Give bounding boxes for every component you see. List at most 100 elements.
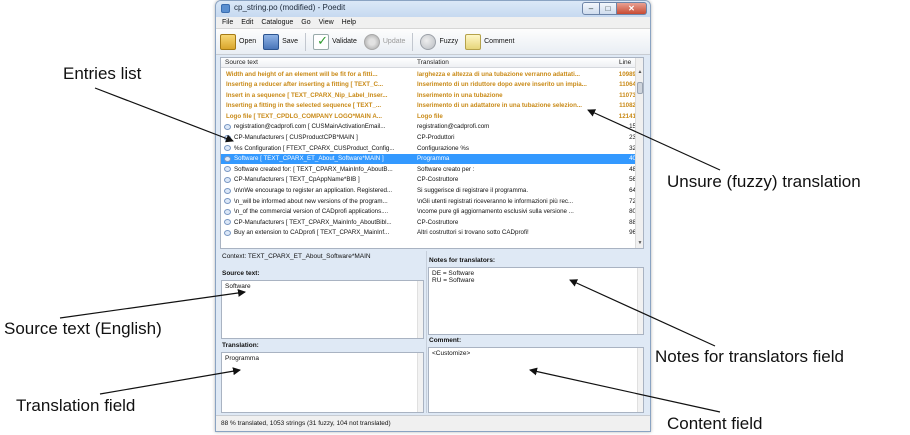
maximize-button[interactable]: □ xyxy=(600,2,617,15)
entry-line: 32 xyxy=(629,144,636,152)
list-item[interactable]: Software created for: [ TEXT_CPARX_MainI… xyxy=(221,164,636,175)
scroll-up-icon[interactable]: ▲ xyxy=(636,68,643,76)
entries-list[interactable]: Source text Translation Line Width and h… xyxy=(220,57,644,249)
list-item[interactable]: Insert in a sequence [ TEXT_CPARX_Nip_La… xyxy=(221,90,636,101)
folder-icon xyxy=(220,33,236,50)
comment-label-text: Comment: xyxy=(429,337,462,344)
entry-translation: registration@cadprofi.com xyxy=(417,123,490,131)
speech-bubble-icon xyxy=(224,176,231,183)
comment-button[interactable]: Comment xyxy=(465,31,514,53)
list-item[interactable]: Inserting a fitting in the selected sequ… xyxy=(221,101,636,112)
header-source[interactable]: Source text xyxy=(225,59,258,66)
entry-translation: Configurazione %s xyxy=(417,144,469,152)
entry-source: Width and height of an element will be f… xyxy=(226,70,378,78)
validate-label: Validate xyxy=(332,38,357,45)
entry-line: 15 xyxy=(629,123,636,131)
notes-line: RU = Software xyxy=(432,277,475,284)
entry-translation: larghezza e altezza di una tubazione ver… xyxy=(417,70,580,78)
header-translation[interactable]: Translation xyxy=(417,59,449,66)
fuzzy-button[interactable]: Fuzzy xyxy=(420,31,458,53)
entry-translation: Inserimento in una tubazione xyxy=(417,91,503,99)
save-button[interactable]: Save xyxy=(263,31,298,53)
notes-scrollbar[interactable] xyxy=(637,268,643,334)
translation-field[interactable]: Programma xyxy=(221,352,424,413)
notes-line: DE = Software xyxy=(432,270,475,277)
app-icon xyxy=(221,4,230,13)
comment-scrollbar[interactable] xyxy=(637,348,643,412)
comment-field[interactable]: <Customize> xyxy=(428,347,644,413)
list-item[interactable]: registration@cadprofi.com [ CUSMainActiv… xyxy=(221,122,636,133)
header-line[interactable]: Line xyxy=(619,59,631,66)
translation-value[interactable]: Programma xyxy=(225,355,259,362)
panel-splitter[interactable] xyxy=(426,251,427,413)
entry-translation: Si suggerisce di registrare il programma… xyxy=(417,187,529,195)
entry-line: 80 xyxy=(629,208,636,216)
menu-catalogue[interactable]: Catalogue xyxy=(261,19,293,26)
save-label: Save xyxy=(282,38,299,45)
list-item[interactable]: Width and height of an element will be f… xyxy=(221,69,636,80)
notes-label: Notes for translators: xyxy=(429,257,496,264)
entry-source: CP-Manufacturers [ TEXT_CPARX_MainInfo_A… xyxy=(234,218,392,226)
toolbar-separator xyxy=(412,32,414,51)
checkmark-icon xyxy=(313,33,330,50)
scroll-down-icon[interactable]: ▼ xyxy=(636,239,643,247)
list-item[interactable]: Software [ TEXT_CPARX_ET_About_Software*… xyxy=(221,153,636,165)
scroll-thumb[interactable] xyxy=(637,82,643,94)
speech-bubble-icon xyxy=(224,145,231,152)
translation-label: Translation: xyxy=(222,342,259,349)
list-item[interactable]: Inserting a reducer after inserting a fi… xyxy=(221,80,636,91)
menu-file[interactable]: File xyxy=(222,19,233,26)
title-bar[interactable]: cp_string.po (modified) - Poedit – □ ✕ xyxy=(216,1,650,17)
list-scrollbar[interactable]: ▲ ▼ xyxy=(635,58,643,248)
entry-translation: Inserimento di un riduttore dopo avere i… xyxy=(417,81,587,89)
list-item[interactable]: CP-Manufacturers [ TEXT_CpAppName*BIB ] C… xyxy=(221,175,636,186)
entry-source: %s Configuration [ FTEXT_CPARX_CUSProduc… xyxy=(234,144,395,152)
speech-bubble-icon xyxy=(224,187,231,194)
list-item[interactable]: CP-Manufacturers [ CUSProductCPB*MAIN ] C… xyxy=(221,133,636,144)
source-text-value: Software xyxy=(225,283,251,290)
entry-source: Software [ TEXT_CPARX_ET_About_Software*… xyxy=(234,155,384,163)
open-button[interactable]: Open xyxy=(220,31,256,53)
list-item[interactable]: \n\nWe encourage to register an applicat… xyxy=(221,186,636,197)
entry-line: 96 xyxy=(629,229,636,237)
validate-button[interactable]: Validate xyxy=(313,31,357,53)
notes-field: DE = Software RU = Software xyxy=(428,267,644,335)
entry-translation: Altri costruttori si trovano sotto CADpr… xyxy=(417,229,529,237)
comment-label: Comment xyxy=(484,38,515,45)
list-header: Source text Translation Line xyxy=(221,58,636,68)
entry-translation: CP-Costruttore xyxy=(417,218,459,226)
speech-bubble-icon xyxy=(224,166,231,173)
close-button[interactable]: ✕ xyxy=(617,2,647,15)
list-item[interactable]: Logo file [ TEXT_CPDLG_COMPANY LOGO*MAIN… xyxy=(221,111,636,122)
menu-go[interactable]: Go xyxy=(301,19,310,26)
menu-edit[interactable]: Edit xyxy=(241,19,253,26)
toolbar: Open Save Validate Update Fuzzy xyxy=(216,29,650,55)
entry-line: 56 xyxy=(629,176,636,184)
menu-view[interactable]: View xyxy=(319,19,334,26)
annotation-source-text: Source text (English) xyxy=(4,319,162,338)
entry-line: 88 xyxy=(629,218,636,226)
open-label: Open xyxy=(239,38,257,45)
save-icon xyxy=(263,33,280,50)
menu-help[interactable]: Help xyxy=(342,19,356,26)
entry-source: \n_will be informed about new versions o… xyxy=(234,197,388,205)
list-item[interactable]: %s Configuration [ FTEXT_CPARX_CUSProduc… xyxy=(221,143,636,154)
entry-line: 11082 xyxy=(619,102,636,110)
poedit-window: cp_string.po (modified) - Poedit – □ ✕ F… xyxy=(215,0,651,432)
update-button[interactable]: Update xyxy=(363,31,405,53)
minimize-button[interactable]: – xyxy=(582,2,600,15)
list-item[interactable]: \n_of the commercial version of CADprofi… xyxy=(221,207,636,218)
source-scrollbar[interactable] xyxy=(417,281,423,338)
comment-value[interactable]: <Customize> xyxy=(432,350,470,357)
entry-translation: \ncome pure gli aggiornamento esclusivi … xyxy=(417,208,574,216)
list-item[interactable]: CP-Manufacturers [ TEXT_CPARX_MainInfo_A… xyxy=(221,217,636,228)
list-item[interactable]: Buy an extension to CADprofi [ TEXT_CPAR… xyxy=(221,228,636,239)
speech-bubble-icon xyxy=(224,198,231,205)
entry-translation: CP-Costruttore xyxy=(417,176,459,184)
translation-scrollbar[interactable] xyxy=(417,353,423,412)
update-icon xyxy=(363,33,380,50)
list-item[interactable]: \n_will be informed about new versions o… xyxy=(221,196,636,207)
menu-bar: File Edit Catalogue Go View Help xyxy=(216,17,650,29)
entry-line: 64 xyxy=(629,187,636,195)
arrow-entries-list xyxy=(94,87,234,143)
